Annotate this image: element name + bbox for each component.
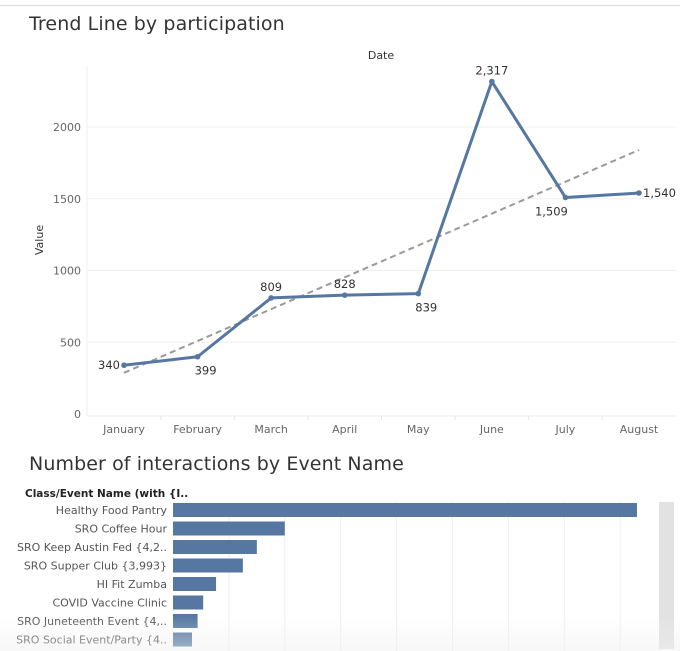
bar[interactable]: [173, 614, 198, 628]
bar-chart: Class/Event Name (with {I.. Healthy Food…: [16, 488, 637, 651]
bar-category-label: SRO Coffee Hour: [75, 523, 168, 536]
bars: [173, 503, 637, 647]
row-header: Class/Event Name (with {I..: [25, 488, 188, 500]
bar[interactable]: [173, 558, 243, 573]
bar[interactable]: [173, 632, 193, 647]
bar-category-label: Healthy Food Pantry: [56, 504, 168, 517]
bar[interactable]: [173, 577, 217, 591]
bar[interactable]: [173, 595, 204, 610]
bar[interactable]: [173, 521, 285, 536]
vertical-scrollbar[interactable]: [659, 502, 674, 649]
bar-category-label: SRO Social Event/Party {4..: [16, 634, 167, 647]
bar-category-label: SRO Keep Austin Fed {4,2..: [17, 541, 167, 554]
bar-category-label: HI Fit Zumba: [97, 578, 167, 591]
bar-category-label: SRO Juneteenth Event {4,..: [17, 615, 167, 628]
bar-category-label: COVID Vaccine Clinic: [52, 597, 167, 610]
bar[interactable]: [173, 503, 637, 517]
bar[interactable]: [173, 540, 257, 554]
bar-category-label: SRO Supper Club {3,993}: [24, 560, 167, 573]
bar-labels: Healthy Food Pantry SRO Coffee Hour SRO Ke…: [16, 504, 167, 647]
bar-chart-gridlines: [228, 502, 621, 651]
